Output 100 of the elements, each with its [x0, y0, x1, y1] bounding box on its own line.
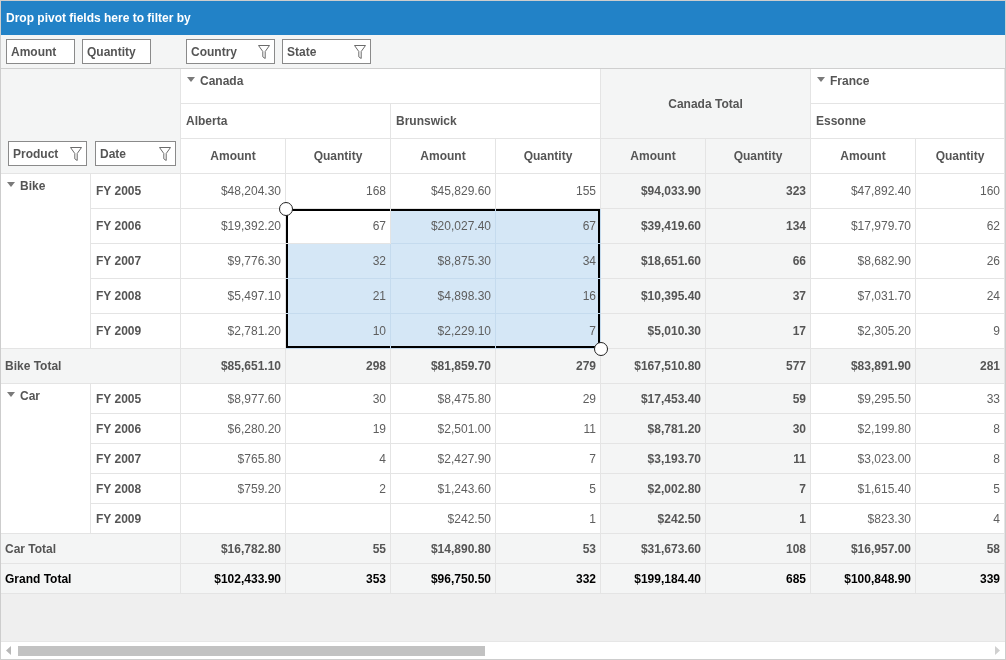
table-cell: $10,395.40 [601, 279, 706, 314]
column-header: Quantity [935, 148, 985, 165]
table-cell: $3,193.70 [601, 444, 706, 474]
table-cell: 67 [496, 209, 601, 244]
table-cell: $94,033.90 [601, 174, 706, 209]
table-cell: 33 [916, 384, 1005, 414]
row-header: FY 2006 [96, 420, 142, 438]
table-cell: $2,002.80 [601, 474, 706, 504]
row-header: FY 2006 [96, 218, 142, 235]
field-button[interactable]: State [282, 39, 371, 64]
table-cell: $167,510.80 [601, 349, 706, 384]
row-header: Car Total [5, 540, 57, 558]
table-cell: $759.20 [181, 474, 286, 504]
table-cell: 10 [286, 314, 391, 349]
table-cell: $8,682.90 [811, 244, 916, 279]
column-header: Quantity [313, 148, 363, 165]
column-header: Essonne [816, 113, 866, 130]
table-cell: $8,781.20 [601, 414, 706, 444]
triangle-down-icon[interactable] [7, 181, 15, 187]
filter-icon [258, 44, 270, 59]
table-cell: $83,891.90 [811, 349, 916, 384]
scrollbar-track[interactable] [1, 641, 1005, 659]
table-cell: 339 [916, 564, 1005, 594]
table-cell: 16 [496, 279, 601, 314]
table-cell: 58 [916, 534, 1005, 564]
table-cell: $2,781.20 [181, 314, 286, 349]
table-cell: 59 [706, 384, 811, 414]
column-header: Amount [840, 148, 886, 165]
table-cell: 7 [496, 314, 601, 349]
table-cell: $102,433.90 [181, 564, 286, 594]
table-cell: 4 [286, 444, 391, 474]
table-cell: 34 [496, 244, 601, 279]
field-button[interactable]: Country [186, 39, 275, 64]
field-button[interactable]: Quantity [82, 39, 151, 64]
table-cell: $81,859.70 [391, 349, 496, 384]
column-header: Alberta [186, 113, 228, 130]
triangle-down-icon[interactable] [7, 391, 15, 397]
column-header: Amount [420, 148, 466, 165]
table-cell: 11 [496, 414, 601, 444]
table-cell: 1 [496, 504, 601, 534]
column-header: Amount [630, 148, 676, 165]
table-cell: 5 [916, 474, 1005, 504]
table-cell: $16,957.00 [811, 534, 916, 564]
table-cell: 353 [286, 564, 391, 594]
table-cell: 66 [706, 244, 811, 279]
row-header: FY 2007 [96, 450, 142, 468]
table-cell: 9 [916, 314, 1005, 349]
table-cell: 11 [706, 444, 811, 474]
table-cell: $823.30 [811, 504, 916, 534]
table-cell: $47,892.40 [811, 174, 916, 209]
filter-drop-zone: Drop pivot fields here to filter by [1, 1, 1005, 35]
triangle-down-icon[interactable] [187, 76, 195, 82]
table-cell: $85,651.10 [181, 349, 286, 384]
row-header: FY 2009 [96, 323, 142, 340]
table-cell: $8,977.60 [181, 384, 286, 414]
table-cell: 279 [496, 349, 601, 384]
filter-icon [70, 146, 82, 161]
table-cell: $2,305.20 [811, 314, 916, 349]
table-cell: $4,898.30 [391, 279, 496, 314]
table-cell: $39,419.60 [601, 209, 706, 244]
table-cell: $8,475.80 [391, 384, 496, 414]
table-cell: $2,229.10 [391, 314, 496, 349]
table-cell: $2,501.00 [391, 414, 496, 444]
table-cell: $2,199.80 [811, 414, 916, 444]
field-button[interactable]: Date [95, 141, 176, 166]
table-cell: 298 [286, 349, 391, 384]
table-cell: $242.50 [391, 504, 496, 534]
table-cell: 323 [706, 174, 811, 209]
filter-icon [354, 44, 366, 59]
table-cell: $17,453.40 [601, 384, 706, 414]
row-header: FY 2008 [96, 288, 142, 305]
table-cell: 685 [706, 564, 811, 594]
table-cell: 108 [706, 534, 811, 564]
table-cell: 281 [916, 349, 1005, 384]
column-header: Quantity [523, 148, 573, 165]
table-cell: $765.80 [181, 444, 286, 474]
scrollbar-thumb[interactable] [18, 645, 485, 656]
table-cell: 17 [706, 314, 811, 349]
field-button[interactable]: Product [8, 141, 87, 166]
table-cell: $7,031.70 [811, 279, 916, 314]
table-cell: $45,829.60 [391, 174, 496, 209]
table-cell: 7 [706, 474, 811, 504]
table-cell: $8,875.30 [391, 244, 496, 279]
column-header: Amount [210, 148, 256, 165]
column-header: Quantity [733, 148, 783, 165]
column-header: Brunswick [396, 113, 457, 130]
field-button[interactable]: Amount [6, 39, 75, 64]
table-cell: $199,184.40 [601, 564, 706, 594]
row-header: Grand Total [5, 570, 72, 588]
table-cell: 7 [496, 444, 601, 474]
table-cell: $100,848.90 [811, 564, 916, 594]
column-group-label: Canada [200, 73, 244, 90]
table-cell: $16,782.80 [181, 534, 286, 564]
table-cell: $18,651.60 [601, 244, 706, 279]
row-header: FY 2005 [96, 390, 142, 408]
table-cell: $6,280.20 [181, 414, 286, 444]
triangle-down-icon[interactable] [817, 76, 825, 82]
table-cell: 32 [286, 244, 391, 279]
table-cell: $1,615.40 [811, 474, 916, 504]
table-cell: $48,204.30 [181, 174, 286, 209]
